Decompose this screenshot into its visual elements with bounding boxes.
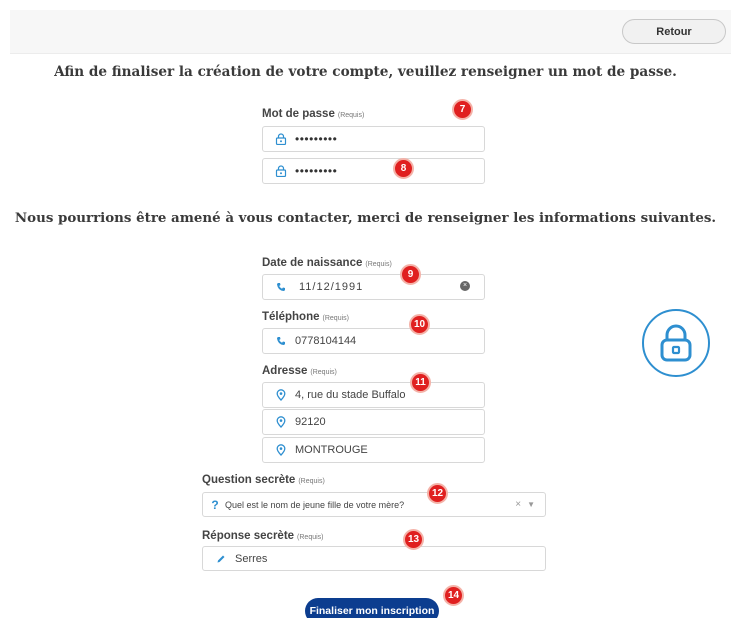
secret-question-label: Question secrète (Requis) xyxy=(202,474,325,486)
annotation-badge-8: 8 xyxy=(393,158,414,179)
birthdate-input[interactable]: 11/12/1991 × xyxy=(262,274,485,300)
phone-icon xyxy=(269,329,293,353)
password-confirm-value: ••••••••• xyxy=(295,164,338,178)
secret-answer-label: Réponse secrète (Requis) xyxy=(202,530,324,542)
secret-answer-input[interactable]: Serres xyxy=(202,546,546,571)
required-tag: (Requis) xyxy=(310,369,337,376)
password-confirm-input[interactable]: ••••••••• xyxy=(262,158,485,184)
select-controls: × ▼ xyxy=(515,499,535,510)
annotation-badge-12: 12 xyxy=(427,483,448,504)
annotation-badge-9: 9 xyxy=(400,264,421,285)
location-pin-icon xyxy=(269,410,293,434)
clear-icon[interactable]: × xyxy=(460,281,470,291)
top-bar: Retour xyxy=(10,10,731,54)
pencil-icon xyxy=(209,547,233,571)
phone-label: Téléphone (Requis) xyxy=(262,311,349,323)
annotation-badge-7: 7 xyxy=(452,99,473,120)
annotation-badge-14: 14 xyxy=(443,585,464,606)
required-tag: (Requis) xyxy=(297,534,324,541)
secret-answer-label-text: Réponse secrète xyxy=(202,530,295,542)
contact-heading: Nous pourrions être amené à vous contact… xyxy=(14,210,717,226)
lock-icon xyxy=(269,159,293,183)
address-street-value: 4, rue du stade Buffalo xyxy=(295,389,406,401)
password-heading: Afin de finaliser la création de votre c… xyxy=(54,64,677,80)
birthdate-label: Date de naissance (Requis) xyxy=(262,257,392,269)
clear-icon[interactable]: × xyxy=(515,499,521,510)
password-label: Mot de passe (Requis) xyxy=(262,108,364,120)
secret-answer-value: Serres xyxy=(235,552,268,565)
address-street-input[interactable]: 4, rue du stade Buffalo xyxy=(262,382,485,408)
secret-question-select[interactable]: ? Quel est le nom de jeune fille de votr… xyxy=(202,492,546,517)
secret-question-value: Quel est le nom de jeune fille de votre … xyxy=(225,499,405,510)
phone-input[interactable]: 0778104144 xyxy=(262,328,485,354)
password-input[interactable]: ••••••••• xyxy=(262,126,485,152)
phone-value: 0778104144 xyxy=(295,335,357,347)
lock-icon xyxy=(642,309,710,377)
address-postal-input[interactable]: 92120 xyxy=(262,409,485,435)
address-label: Adresse (Requis) xyxy=(262,365,337,377)
phone-icon xyxy=(269,275,293,299)
password-value: ••••••••• xyxy=(295,132,338,146)
required-tag: (Requis) xyxy=(322,315,349,322)
question-icon: ? xyxy=(211,497,219,512)
birthdate-label-text: Date de naissance xyxy=(262,257,363,269)
location-pin-icon xyxy=(269,438,293,462)
address-postal-value: 92120 xyxy=(295,416,326,428)
required-tag: (Requis) xyxy=(298,478,325,485)
back-button[interactable]: Retour xyxy=(622,19,726,44)
password-label-text: Mot de passe xyxy=(262,108,335,120)
location-pin-icon xyxy=(269,383,293,407)
lock-icon xyxy=(269,127,293,151)
submit-button[interactable]: Finaliser mon inscription xyxy=(305,598,439,618)
required-tag: (Requis) xyxy=(337,112,365,119)
birthdate-value: 11/12/1991 xyxy=(299,281,364,293)
annotation-badge-13: 13 xyxy=(403,529,424,550)
secret-question-label-text: Question secrète xyxy=(202,474,296,486)
phone-label-text: Téléphone xyxy=(262,311,320,323)
required-tag: (Requis) xyxy=(365,261,392,268)
address-city-input[interactable]: MONTROUGE xyxy=(262,437,485,463)
annotation-badge-10: 10 xyxy=(409,314,430,335)
address-city-value: MONTROUGE xyxy=(295,444,368,456)
chevron-down-icon[interactable]: ▼ xyxy=(527,500,535,509)
address-label-text: Adresse xyxy=(262,365,308,377)
annotation-badge-11: 11 xyxy=(410,372,431,393)
